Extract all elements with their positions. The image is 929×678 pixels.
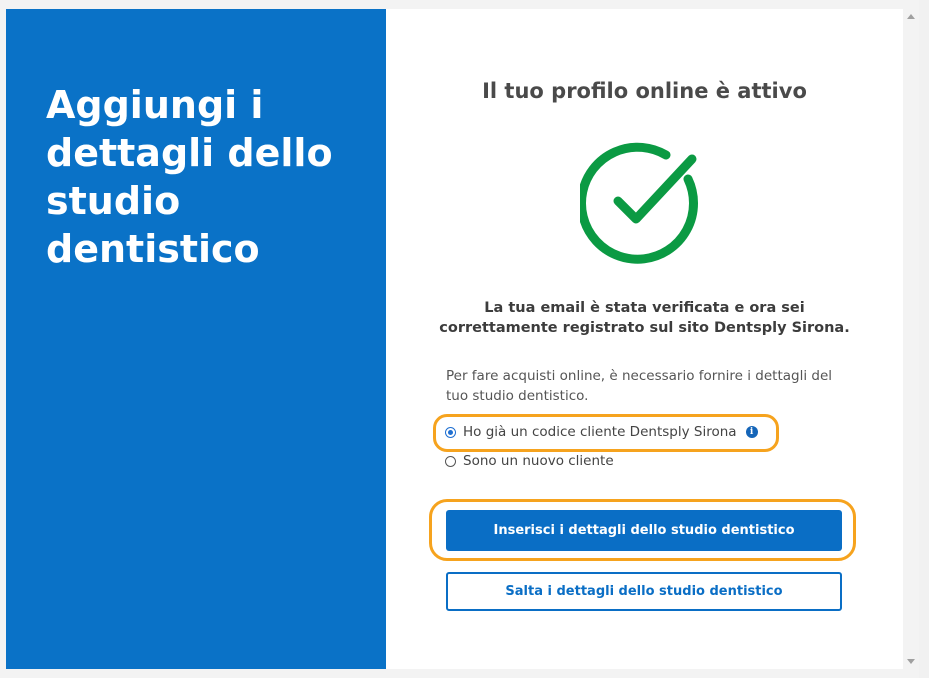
scroll-down-icon[interactable] (907, 659, 915, 664)
radio-button-checked[interactable] (445, 426, 456, 438)
radio-new-customer[interactable]: Sono un nuovo cliente (445, 453, 614, 469)
radio-existing-customer-label: Ho già un codice cliente Dentsply Sirona (463, 424, 737, 440)
radio-button-unchecked[interactable] (445, 455, 456, 467)
dialog: Aggiungi i dettagli dello studio dentist… (6, 9, 903, 669)
enter-practice-details-button[interactable]: Inserisci i dettagli dello studio dentis… (446, 510, 842, 551)
check-circle-icon (577, 141, 704, 265)
left-panel: Aggiungi i dettagli dello studio dentist… (6, 9, 386, 669)
email-verified-message: La tua email è stata verificata e ora se… (439, 300, 850, 336)
vertical-scrollbar[interactable] (903, 9, 919, 669)
info-icon[interactable]: i (745, 426, 758, 438)
skip-practice-details-button[interactable]: Salta i dettagli dello studio dentistico (446, 572, 842, 611)
info-message: Per fare acquisti online, è necessario f… (446, 368, 833, 404)
scroll-up-icon[interactable] (907, 14, 915, 19)
right-panel: Il tuo profilo online è attivo La tua em… (386, 9, 903, 669)
radio-new-customer-label: Sono un nuovo cliente (463, 453, 614, 469)
left-panel-title: Aggiungi i dettagli dello studio dentist… (46, 83, 333, 271)
profile-active-title: Il tuo profilo online è attivo (482, 79, 807, 103)
radio-existing-customer[interactable]: Ho già un codice cliente Dentsply Sirona… (445, 424, 758, 440)
